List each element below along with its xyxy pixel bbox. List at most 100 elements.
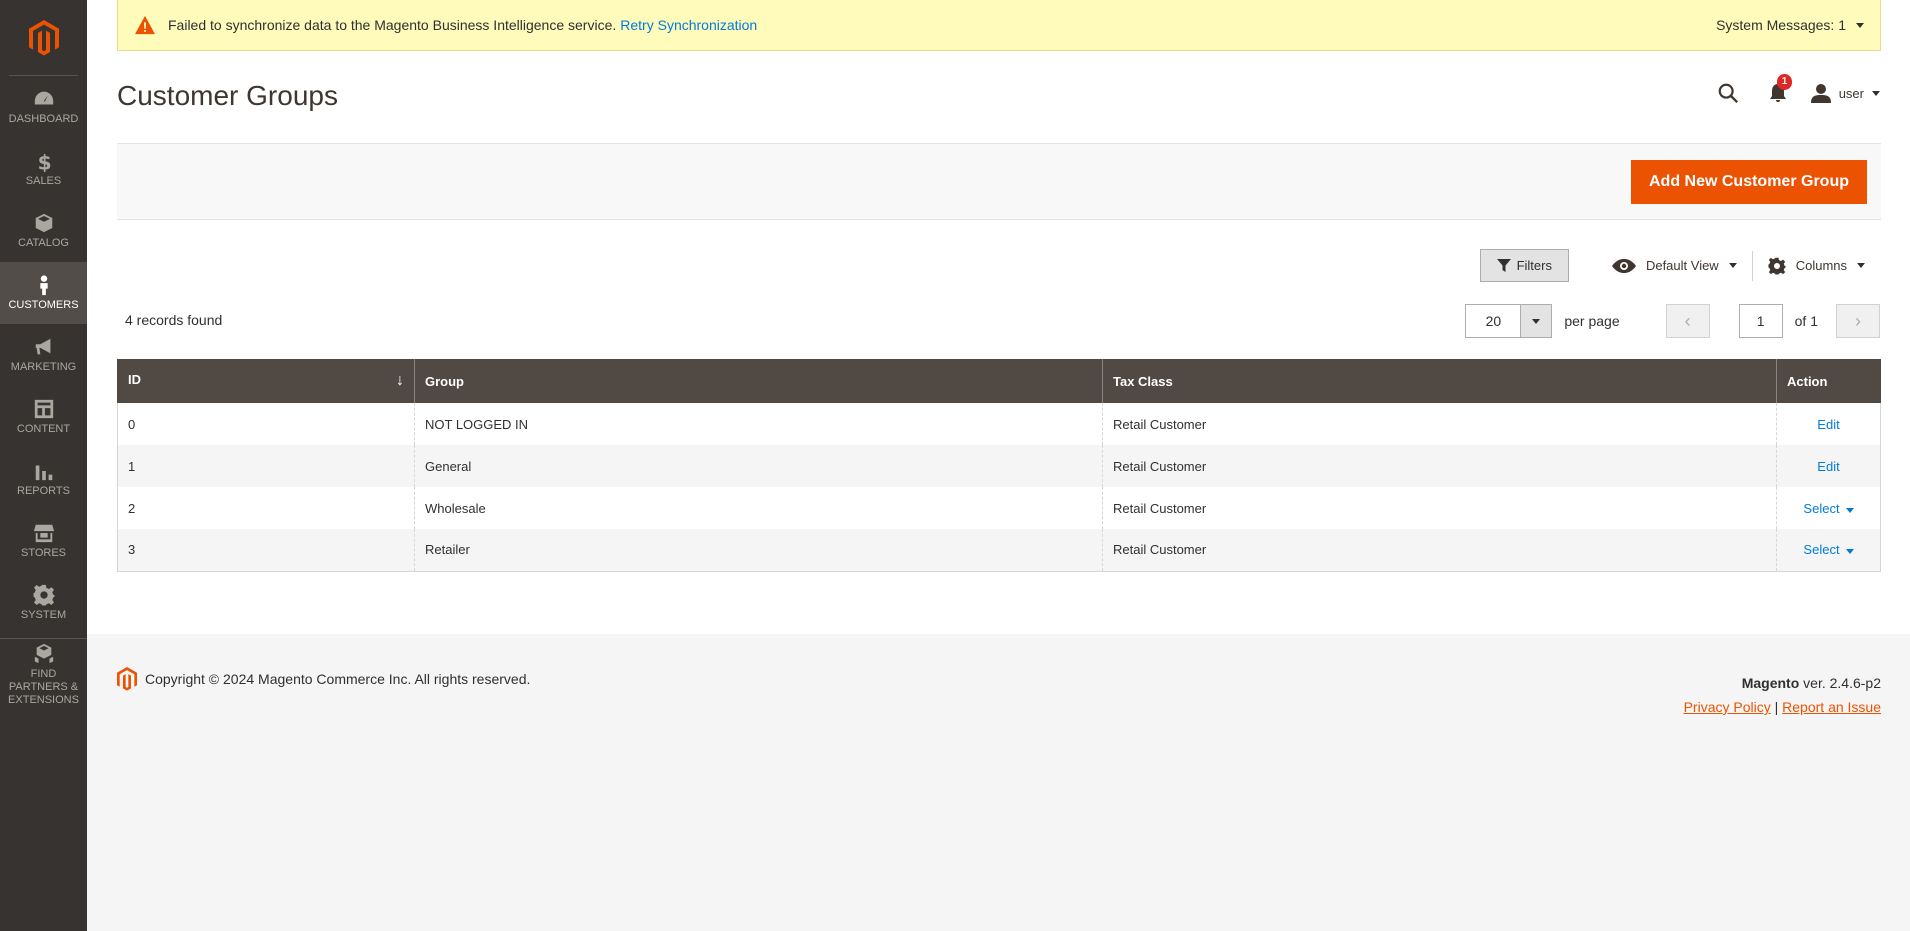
nav-customers[interactable]: CUSTOMERS (0, 262, 87, 324)
cell-group: NOT LOGGED IN (414, 403, 1103, 445)
nav-label: FIND PARTNERS & EXTENSIONS (8, 667, 79, 706)
columns-control[interactable]: Columns (1753, 257, 1880, 275)
privacy-policy-link[interactable]: Privacy Policy (1684, 699, 1771, 715)
columns-label: Columns (1795, 258, 1847, 273)
system-messages-toggle[interactable]: System Messages: 1 (1716, 17, 1864, 33)
cell-group: General (414, 445, 1103, 487)
brand-name: Magento (1741, 675, 1800, 691)
select-action-dropdown[interactable]: Select (1803, 500, 1854, 516)
user-account-menu[interactable]: user (1810, 83, 1880, 103)
nav-label: SALES (25, 175, 62, 187)
chevron-down-icon (1872, 90, 1880, 96)
chevron-down-icon (1728, 263, 1737, 268)
chevron-down-icon (1532, 318, 1541, 324)
user-name: user (1838, 85, 1864, 101)
cell-action: Select (1776, 529, 1881, 572)
user-icon (1810, 84, 1831, 103)
magento-logo-icon (117, 667, 137, 691)
nav-label: CATALOG (18, 237, 69, 249)
sort-down-arrow-icon: ↓ (396, 372, 404, 389)
nav-dashboard[interactable]: DASHBOARD (0, 76, 87, 138)
cell-id: 3 (117, 529, 415, 572)
nav-label: CONTENT (16, 423, 71, 435)
version-text: ver. 2.4.6-p2 (1799, 675, 1881, 691)
footer-separator: | (1774, 699, 1779, 715)
megaphone-icon (35, 338, 50, 355)
boxes-icon (34, 643, 53, 663)
column-header-group[interactable]: Group (414, 359, 1103, 403)
per-page-value: 20 (1485, 313, 1502, 329)
cell-tax-class: Retail Customer (1102, 403, 1777, 445)
report-issue-link[interactable]: Report an Issue (1782, 699, 1881, 715)
table-row[interactable]: 3 Retailer Retail Customer Select (117, 529, 1881, 572)
view-switcher[interactable]: Default View (1597, 258, 1752, 273)
customer-groups-table: ID ↓ Group Tax Class Action 0 NOT LOGGED… (117, 359, 1881, 572)
chevron-down-icon (1857, 263, 1865, 268)
storefront-icon (33, 524, 54, 543)
footer-copyright: Copyright © 2024 Magento Commerce Inc. A… (117, 667, 530, 691)
total-pages-label: of 1 (1794, 313, 1818, 329)
per-page-select[interactable]: 20 (1465, 304, 1553, 338)
global-search-button[interactable] (1715, 80, 1741, 106)
filters-button[interactable]: Filters (1479, 249, 1569, 282)
main-content: Failed to synchronize data to the Magent… (87, 0, 1910, 931)
retry-synchronization-link[interactable]: Retry Synchronization (620, 17, 757, 33)
previous-page-button[interactable]: ‹ (1665, 304, 1710, 338)
notifications-button[interactable]: 1 (1765, 74, 1793, 106)
cell-tax-class: Retail Customer (1102, 487, 1777, 529)
page-content: Failed to synchronize data to the Magent… (87, 0, 1910, 634)
search-icon (1718, 83, 1738, 104)
per-page-dropdown-button[interactable] (1520, 305, 1552, 337)
chevron-down-icon (1845, 549, 1854, 555)
system-message-text: Failed to synchronize data to the Magent… (168, 17, 617, 33)
column-header-id[interactable]: ID ↓ (117, 359, 415, 403)
bar-chart-icon (35, 465, 52, 481)
column-header-tax-class[interactable]: Tax Class (1102, 359, 1777, 403)
records-found: 4 records found (125, 312, 223, 328)
column-header-label: ID (128, 372, 141, 387)
cell-action: Edit (1776, 403, 1881, 445)
select-action-dropdown[interactable]: Select (1803, 542, 1854, 558)
nav-reports[interactable]: REPORTS (0, 448, 87, 510)
nav-catalog[interactable]: CATALOG (0, 200, 87, 262)
cell-id: 0 (117, 403, 415, 445)
edit-link[interactable]: Edit (1817, 459, 1839, 474)
table-row[interactable]: 0 NOT LOGGED IN Retail Customer Edit (117, 403, 1881, 445)
view-label: Default View (1645, 258, 1719, 273)
cell-action: Edit (1776, 445, 1881, 487)
cell-tax-class: Retail Customer (1102, 445, 1777, 487)
column-header-label: Tax Class (1113, 373, 1173, 389)
chevron-left-icon: ‹ (1684, 310, 1691, 331)
nav-label: MARKETING (10, 361, 77, 373)
cell-group: Wholesale (414, 487, 1103, 529)
table-row[interactable]: 2 Wholesale Retail Customer Select (117, 487, 1881, 529)
system-messages-counter: System Messages: 1 (1716, 17, 1846, 33)
nav-sales[interactable]: $ SALES (0, 138, 87, 200)
notifications-badge: 1 (1776, 74, 1793, 90)
nav-stores[interactable]: STORES (0, 510, 87, 572)
cell-group: Retailer (414, 529, 1103, 572)
select-action-label: Select (1803, 542, 1840, 558)
nav-find-partners[interactable]: FIND PARTNERS & EXTENSIONS (0, 638, 87, 710)
svg-text:$: $ (37, 150, 51, 172)
magento-logo-icon (28, 19, 59, 55)
nav-label: STORES (20, 547, 67, 559)
cell-action: Select (1776, 487, 1881, 529)
admin-sidebar: DASHBOARD $ SALES CATALOG CUSTOMERS MARK… (0, 0, 87, 931)
nav-marketing[interactable]: MARKETING (0, 324, 87, 386)
nav-content[interactable]: CONTENT (0, 386, 87, 448)
nav-label: DASHBOARD (8, 113, 79, 125)
header-actions: 1 user (1691, 74, 1880, 106)
column-header-label: Action (1787, 373, 1828, 389)
nav-label: REPORTS (17, 485, 70, 497)
add-new-customer-group-button[interactable]: Add New Customer Group (1630, 160, 1867, 204)
nav-label: CUSTOMERS (8, 299, 79, 311)
table-row[interactable]: 1 General Retail Customer Edit (117, 445, 1881, 487)
page-number-input[interactable]: 1 (1738, 304, 1783, 338)
gear-icon (33, 584, 54, 606)
edit-link[interactable]: Edit (1817, 417, 1839, 432)
select-action-label: Select (1803, 500, 1840, 516)
next-page-button[interactable]: › (1836, 304, 1880, 338)
magento-logo[interactable] (9, 0, 78, 76)
nav-system[interactable]: SYSTEM (0, 572, 87, 634)
